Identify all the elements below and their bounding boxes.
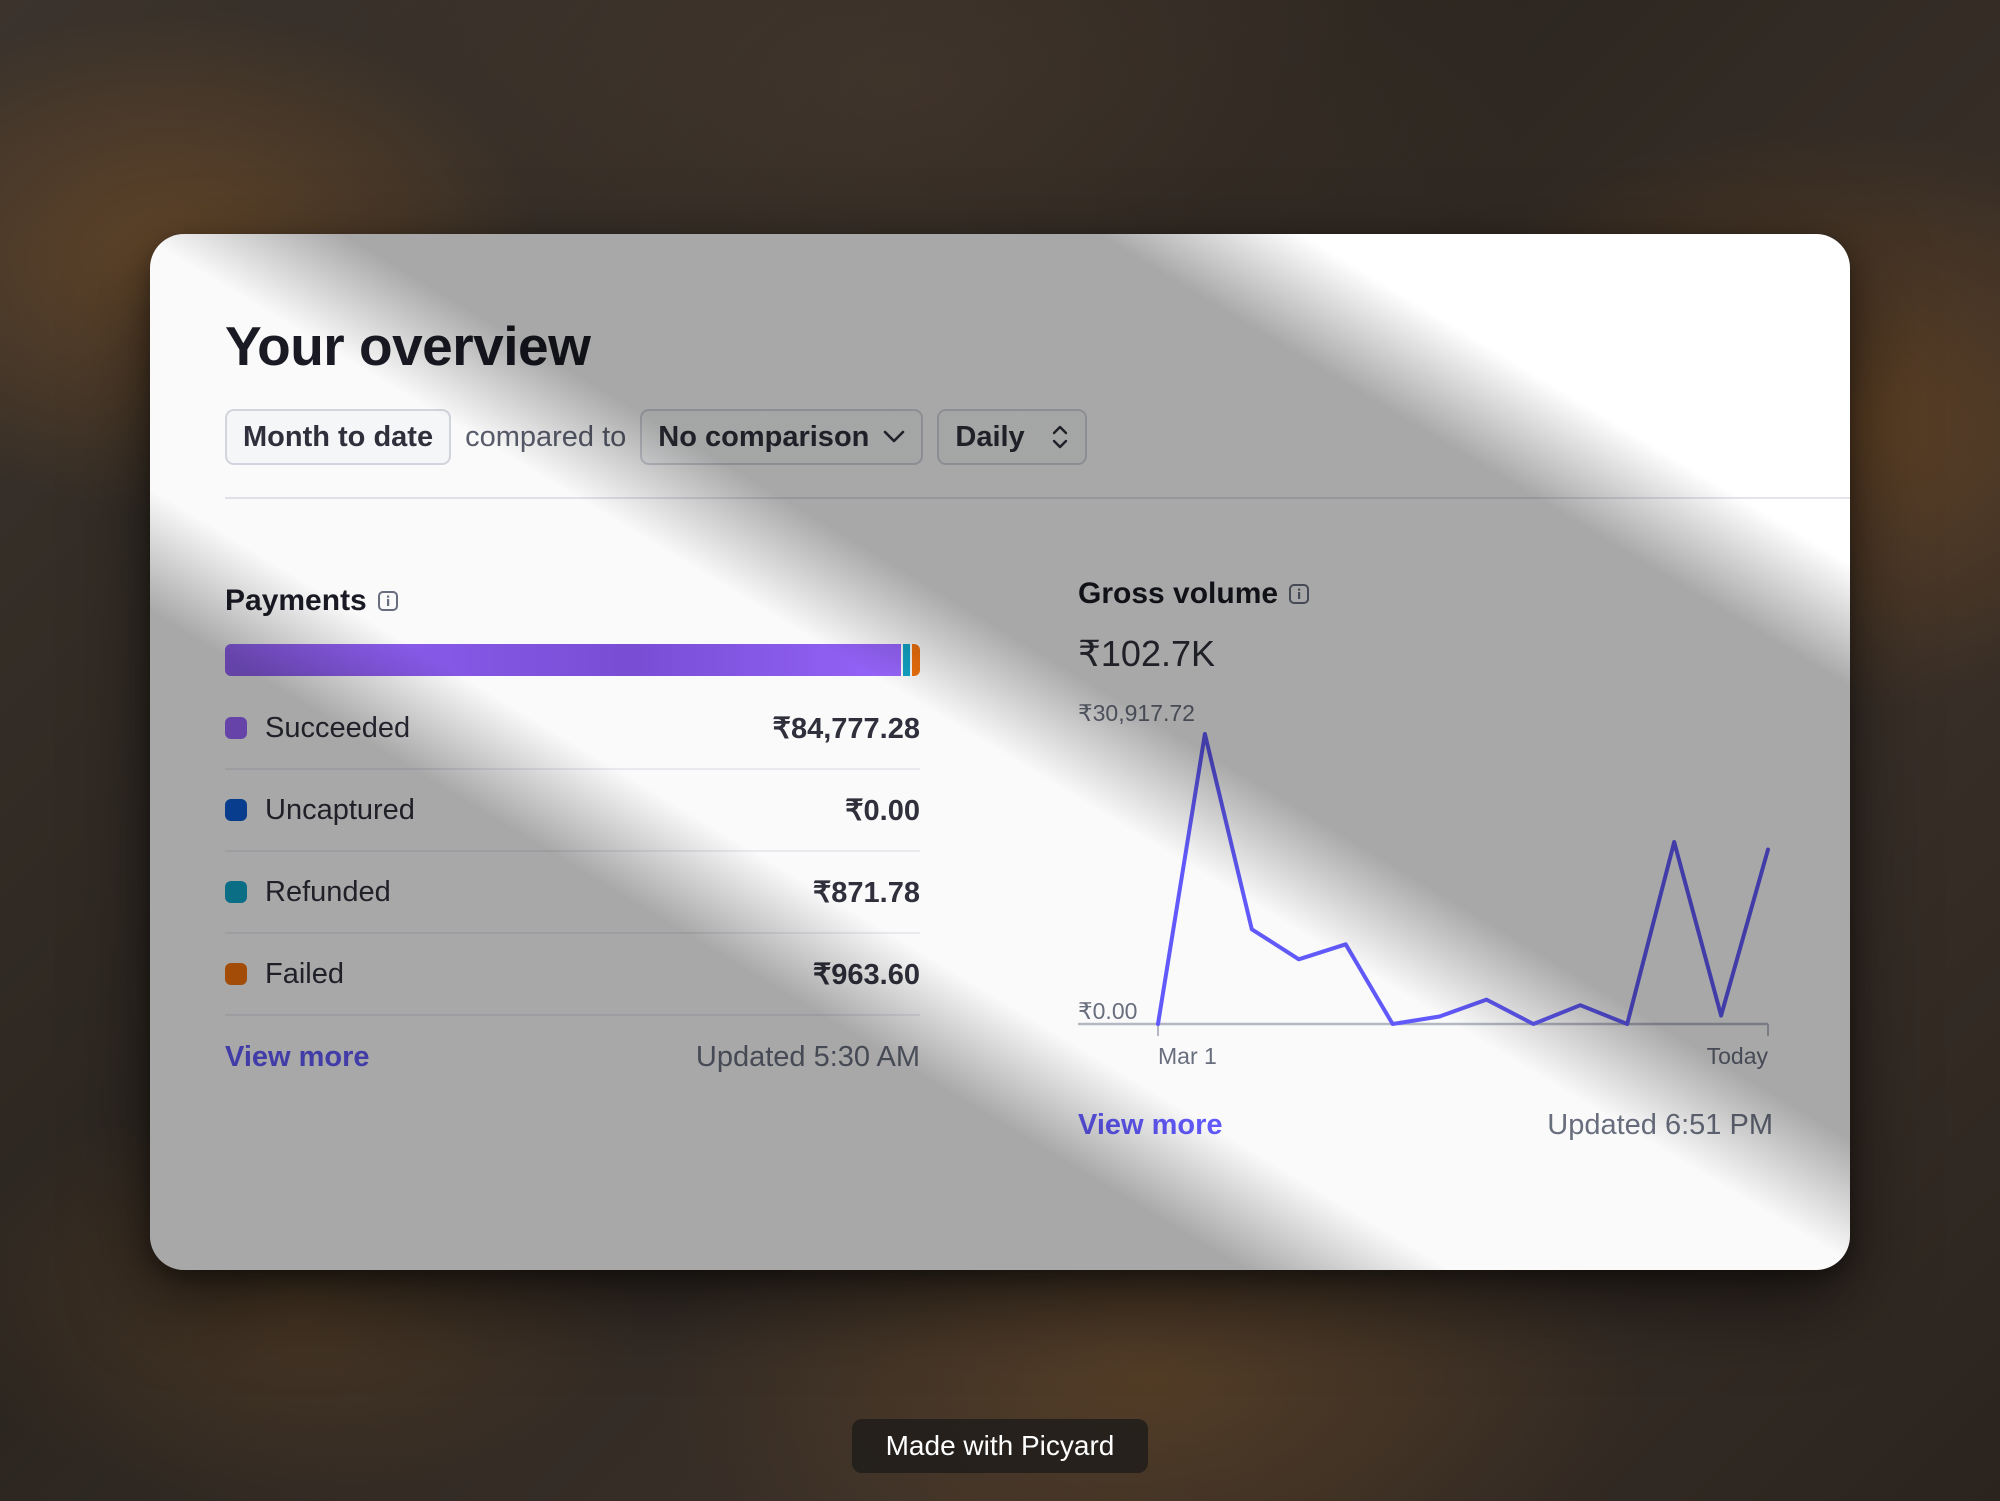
payments-legend: Succeeded ₹84,777.28 Uncaptured ₹0.00 Refund… [225,688,920,1016]
date-range-button[interactable]: Month to date [225,409,452,465]
gross-volume-line [1156,732,1770,1026]
legend-value: ₹963.60 [812,958,920,991]
interval-value: Daily [955,420,1025,453]
payments-footer: View more Updated 5:30 AM [225,1016,920,1098]
legend-value: ₹0.00 [845,794,920,827]
payments-title: Payments [225,584,367,617]
legend-value: ₹84,777.28 [772,712,920,745]
payments-distribution-bar [225,644,920,676]
legend-row-refunded[interactable]: Refunded ₹871.78 [225,852,920,934]
legend-swatch [225,799,247,821]
gross-volume-title: Gross volume [1078,577,1279,610]
comparison-select[interactable]: No comparison [640,409,924,465]
legend-swatch [225,963,247,985]
legend-value: ₹871.78 [812,876,920,909]
legend-label: Succeeded [265,711,411,744]
divider [225,497,1850,499]
gross-volume-heading: Gross volume [1078,577,1773,611]
legend-swatch [225,881,247,903]
legend-row-succeeded[interactable]: Succeeded ₹84,777.28 [225,688,920,770]
payments-panel: Payments Succeeded ₹84,777.28 Uncaptured ₹0… [225,584,920,1098]
legend-label: Uncaptured [265,793,415,826]
gross-volume-total: ₹102.7K [1078,633,1216,674]
legend-label: Failed [265,957,344,990]
chevron-up-down-icon [1051,424,1069,450]
gross-volume-view-more-link[interactable]: View more [1078,1109,1223,1142]
overview-card: Your overview Month to date compared to … [150,234,1850,1270]
gross-volume-chart: ₹30,917.72 ₹0.00 Mar 1 Today [1078,700,1770,1069]
chevron-down-icon [883,430,905,444]
gross-volume-footer: View more Updated 6:51 PM [1078,1084,1773,1166]
x-tick-label-end: Today [1707,1043,1769,1069]
watermark-badge: Made with Picyard [852,1419,1148,1473]
compared-to-label: compared to [465,420,627,453]
legend-row-uncaptured[interactable]: Uncaptured ₹0.00 [225,770,920,852]
info-icon[interactable] [377,590,399,612]
bar-segment-refunded [903,644,911,676]
legend-row-failed[interactable]: Failed ₹963.60 [225,934,920,1016]
comparison-value: No comparison [658,420,870,453]
y-tick-label-max: ₹30,917.72 [1078,700,1195,726]
interval-select[interactable]: Daily [937,409,1087,465]
payments-view-more-link[interactable]: View more [225,1041,370,1074]
gross-volume-updated-time: Updated 6:51 PM [1547,1108,1773,1141]
payments-heading: Payments [225,584,920,618]
payments-updated-time: Updated 5:30 AM [695,1040,920,1073]
legend-label: Refunded [265,875,391,908]
bar-segment-failed [912,644,920,676]
x-tick-label-start: Mar 1 [1158,1043,1217,1069]
filter-bar: Month to date compared to No comparison … [225,409,1101,465]
bar-segment-succeeded [225,644,902,676]
info-icon[interactable] [1288,583,1310,605]
desktop-background: { "overview": { "title": "Your overview"… [0,0,2000,1501]
watermark-text: Made with Picyard [885,1430,1115,1461]
legend-swatch [225,717,247,739]
page-title: Your overview [225,315,591,377]
y-tick-label-min: ₹0.00 [1078,998,1137,1024]
gross-volume-panel: Gross volume ₹102.7K ₹30,917.72 ₹0.00 Mar … [1078,577,1773,1166]
date-range-label: Month to date [243,420,434,453]
